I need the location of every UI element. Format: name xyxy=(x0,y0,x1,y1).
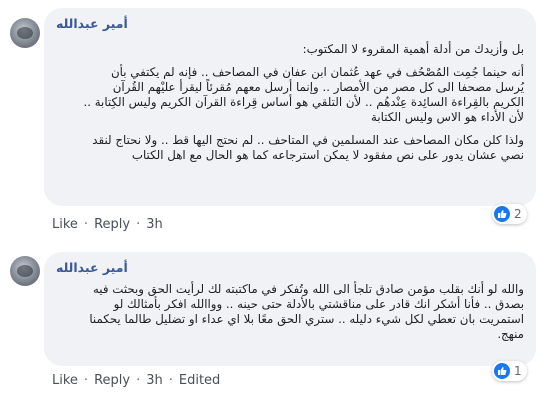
comment-actions: Like · Reply · 3h · Edited xyxy=(52,372,220,390)
comment-body: بل وأزيدك من أدلة أهمية المقروء لا المكت… xyxy=(56,42,524,163)
comment-paragraph: بل وأزيدك من أدلة أهمية المقروء لا المكت… xyxy=(302,42,524,56)
reply-button[interactable]: Reply xyxy=(94,217,130,232)
comment-paragraph: والله لو أنك بقلب مؤمن صادق تلجأ الى الل… xyxy=(89,282,524,341)
timestamp[interactable]: 3h xyxy=(146,373,163,388)
like-button[interactable]: Like xyxy=(52,373,78,388)
separator: · xyxy=(136,217,141,232)
like-button[interactable]: Like xyxy=(52,217,78,232)
comment-bubble: أمير عبدالله والله لو أنك بقلب مؤمن صادق… xyxy=(44,252,536,366)
separator: · xyxy=(83,373,89,388)
edited-label[interactable]: Edited xyxy=(179,373,220,388)
separator: · xyxy=(136,373,141,388)
comment-bubble: أمير عبدالله بل وأزيدك من أدلة أهمية الم… xyxy=(44,8,536,206)
reply-button[interactable]: Reply xyxy=(94,373,130,388)
comment-actions: Like · Reply · 3h xyxy=(52,216,163,234)
reaction-count: 1 xyxy=(514,364,522,378)
reaction-count: 2 xyxy=(514,207,522,221)
separator: · xyxy=(83,217,89,232)
thumbs-up-icon xyxy=(494,206,510,222)
comment-paragraph: ولذا كلن مكان المصاحف عند المسلمين في ال… xyxy=(92,133,524,162)
comment-author[interactable]: أمير عبدالله xyxy=(56,16,524,32)
comment-author[interactable]: أمير عبدالله xyxy=(56,260,524,276)
thumbs-up-icon xyxy=(494,363,510,379)
timestamp[interactable]: 3h xyxy=(146,217,163,232)
reaction-summary[interactable]: 2 xyxy=(492,204,527,224)
avatar[interactable] xyxy=(10,256,40,286)
comment-paragraph: أنه حينما جُمِت المُصْحُف في عهد عُثمان … xyxy=(83,65,524,124)
avatar[interactable] xyxy=(10,18,40,48)
separator: · xyxy=(168,373,173,388)
reaction-summary[interactable]: 1 xyxy=(492,361,527,381)
comment-body: والله لو أنك بقلب مؤمن صادق تلجأ الى الل… xyxy=(56,282,524,342)
